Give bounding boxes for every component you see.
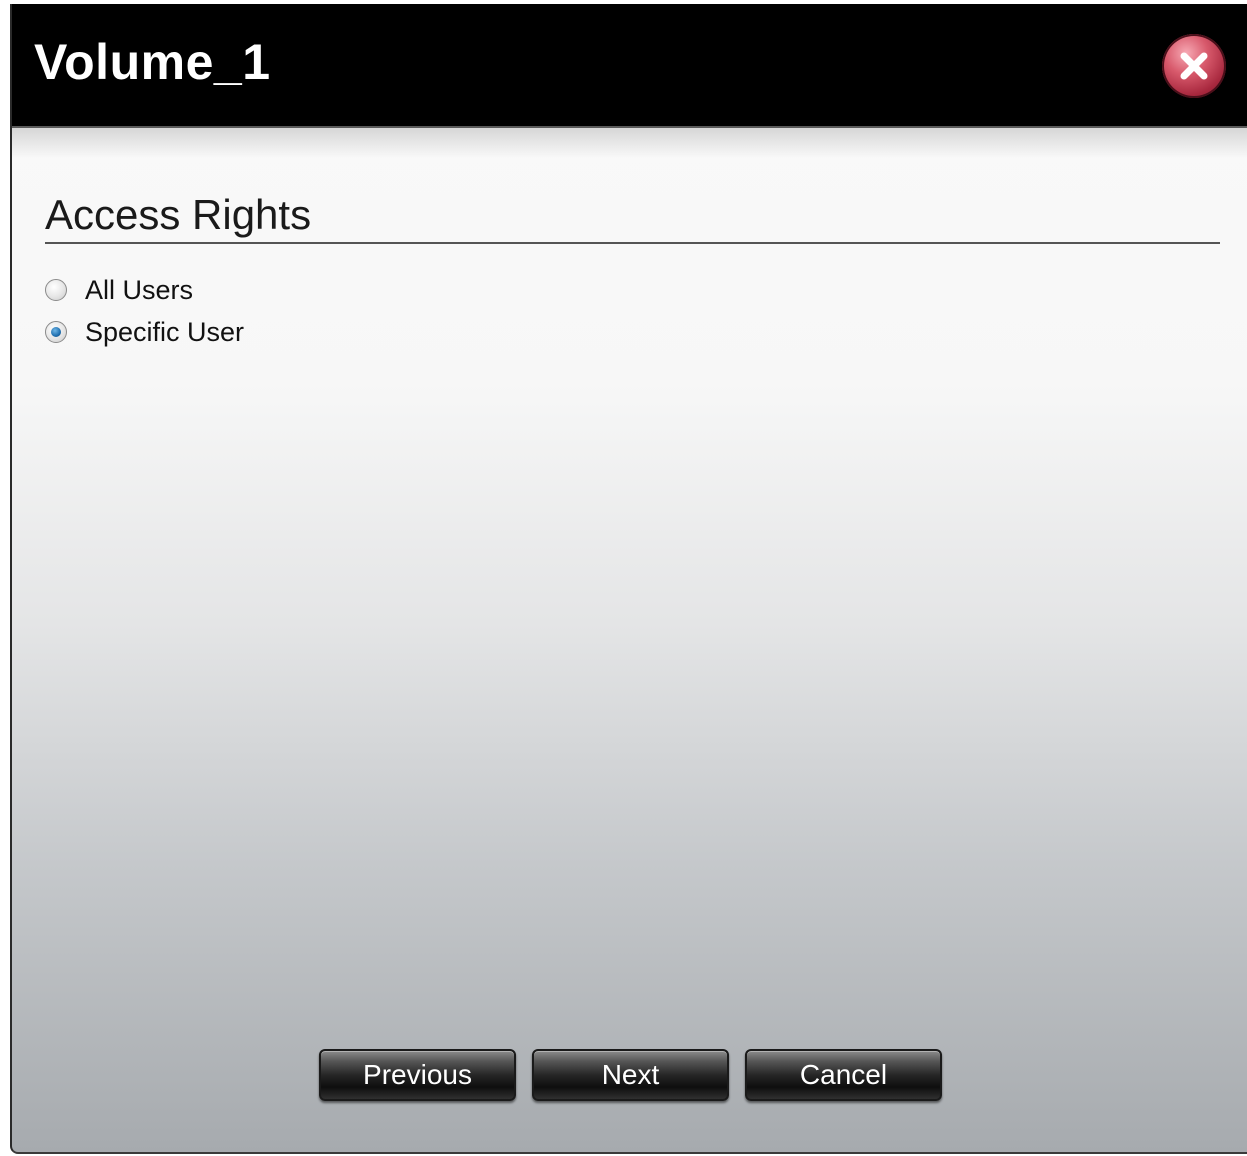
radio-label-all-users: All Users xyxy=(85,275,194,305)
close-icon xyxy=(1180,52,1208,80)
dialog-title: Volume_1 xyxy=(34,34,271,90)
section-title: Access Rights xyxy=(45,191,312,238)
radio-specific-user[interactable]: Specific User xyxy=(45,315,244,349)
titlebar-shadow xyxy=(12,128,1247,158)
volume-dialog: Volume_1 Access Rights All Users Specifi… xyxy=(10,4,1247,1154)
radio-label-specific-user: Specific User xyxy=(85,317,245,347)
close-button[interactable] xyxy=(1162,34,1226,98)
radio-all-users[interactable]: All Users xyxy=(45,273,193,307)
radio-icon[interactable] xyxy=(45,279,67,301)
dialog-titlebar: Volume_1 xyxy=(12,4,1247,128)
section-divider xyxy=(45,242,1220,244)
next-button[interactable]: Next xyxy=(532,1049,729,1101)
cancel-button[interactable]: Cancel xyxy=(745,1049,942,1101)
radio-icon[interactable] xyxy=(45,321,67,343)
previous-button[interactable]: Previous xyxy=(319,1049,516,1101)
